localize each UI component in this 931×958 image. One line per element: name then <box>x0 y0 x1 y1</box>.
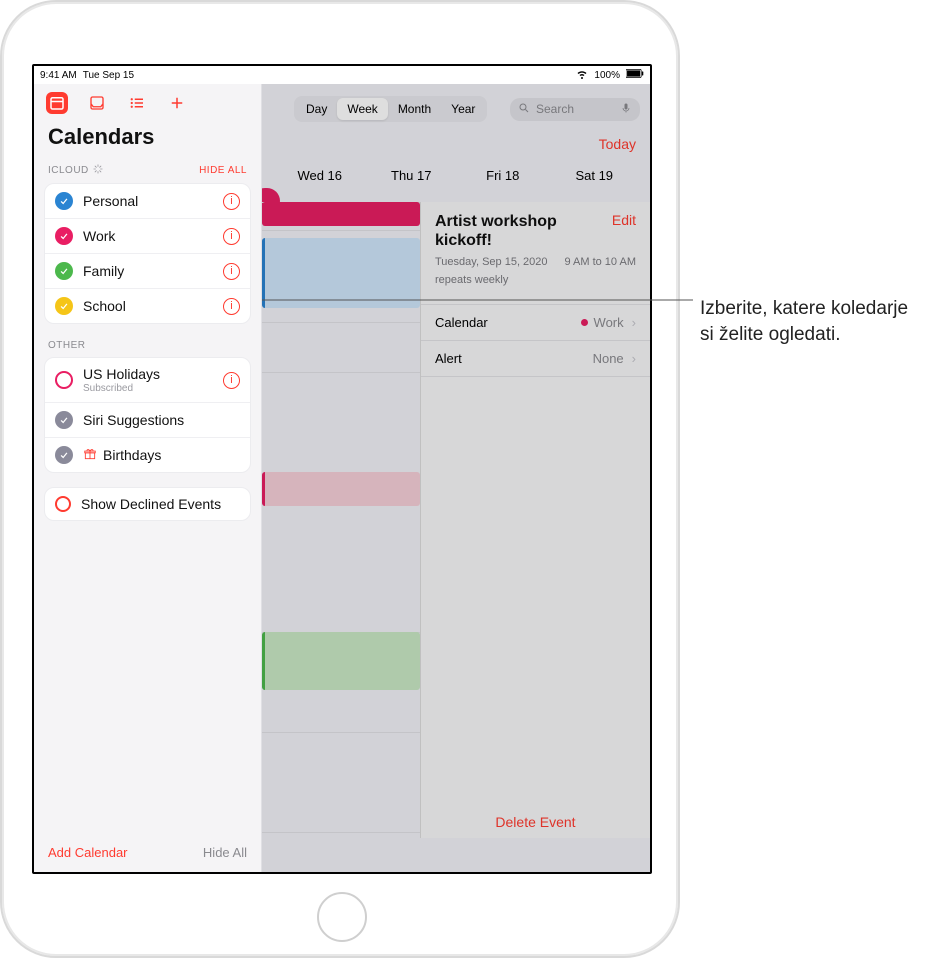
calendar-label: US Holidays Subscribed <box>83 366 213 394</box>
calendar-view-icon[interactable] <box>46 92 68 114</box>
other-label: OTHER <box>48 340 86 351</box>
event-title: Artist workshop kickoff! <box>435 212 636 250</box>
status-bar: 9:41 AM Tue Sep 15 100% <box>34 66 650 84</box>
calendar-row-work[interactable]: Work i <box>45 219 250 254</box>
calendar-row-personal[interactable]: Personal i <box>45 184 250 219</box>
calendar-label: Personal <box>83 193 213 209</box>
calendar-label: Calendar <box>435 315 488 330</box>
calendar-row-us-holidays[interactable]: US Holidays Subscribed i <box>45 358 250 403</box>
wifi-icon <box>576 68 588 83</box>
calendar-label: Siri Suggestions <box>83 412 240 428</box>
battery-text: 100% <box>594 70 620 81</box>
screen: 9:41 AM Tue Sep 15 100% Day Week Month <box>32 64 652 874</box>
status-date: Tue Sep 15 <box>83 70 134 81</box>
declined-label: Show Declined Events <box>81 496 240 512</box>
checkbox-unchecked-icon[interactable] <box>55 371 73 389</box>
add-calendar-button[interactable]: Add Calendar <box>48 845 128 860</box>
chevron-right-icon: › <box>632 315 636 330</box>
event-time: 9 AM to 10 AM <box>564 256 636 268</box>
day-header-sat[interactable]: Sat 19 <box>549 168 641 183</box>
event-block-pink[interactable] <box>262 202 420 226</box>
search-field[interactable]: Search <box>510 98 640 121</box>
calendar-value: Work <box>594 315 624 330</box>
event-block-blue[interactable] <box>262 238 420 308</box>
info-icon[interactable]: i <box>223 372 240 389</box>
checkbox-checked-icon[interactable] <box>55 192 73 210</box>
checkbox-checked-icon[interactable] <box>55 446 73 464</box>
event-block-green[interactable] <box>262 632 420 690</box>
day-header-fri[interactable]: Fri 18 <box>457 168 549 183</box>
event-detail-panel: Edit Artist workshop kickoff! Tuesday, S… <box>420 202 650 838</box>
declined-events-list: Show Declined Events <box>44 487 251 521</box>
inbox-icon[interactable] <box>86 92 108 114</box>
gift-icon <box>83 447 97 464</box>
calendar-row-birthdays[interactable]: Birthdays <box>45 438 250 472</box>
calendars-sidebar: Calendars ICLOUD HIDE ALL Personal i W <box>34 84 262 872</box>
info-icon[interactable]: i <box>223 193 240 210</box>
sidebar-toolbar <box>34 84 261 118</box>
calendar-label: School <box>83 298 213 314</box>
search-placeholder: Search <box>536 102 574 116</box>
calendar-row-siri[interactable]: Siri Suggestions <box>45 403 250 438</box>
calendar-label: Birthdays <box>103 447 240 463</box>
hide-all-button[interactable]: Hide All <box>203 845 247 860</box>
ipad-frame: 9:41 AM Tue Sep 15 100% Day Week Month <box>0 0 680 958</box>
info-icon[interactable]: i <box>223 298 240 315</box>
day-header-wed[interactable]: Wed 16 <box>274 168 366 183</box>
event-alert-row[interactable]: Alert None › <box>421 341 650 377</box>
day-timeline[interactable] <box>262 202 420 838</box>
sidebar-title: Calendars <box>34 118 261 162</box>
day-header-thu[interactable]: Thu 17 <box>366 168 458 183</box>
calendar-label: Family <box>83 263 213 279</box>
checkbox-checked-icon[interactable] <box>55 297 73 315</box>
calendar-row-family[interactable]: Family i <box>45 254 250 289</box>
alert-value: None <box>593 351 624 366</box>
other-section-header: OTHER <box>34 338 261 357</box>
sidebar-footer: Add Calendar Hide All <box>34 835 261 872</box>
event-block-pink-light[interactable] <box>262 472 420 506</box>
checkbox-checked-icon[interactable] <box>55 227 73 245</box>
delete-event-button[interactable]: Delete Event <box>421 814 650 830</box>
work-color-dot <box>581 319 588 326</box>
list-icon[interactable] <box>126 92 148 114</box>
day-headers: Wed 16 Thu 17 Fri 18 Sat 19 <box>274 168 640 183</box>
status-time: 9:41 AM <box>40 70 77 81</box>
sync-spinner-icon <box>93 164 103 177</box>
segment-year[interactable]: Year <box>441 98 485 120</box>
icloud-section-header: ICLOUD HIDE ALL <box>34 162 261 183</box>
info-icon[interactable]: i <box>223 263 240 280</box>
info-icon[interactable]: i <box>223 228 240 245</box>
icloud-calendar-list: Personal i Work i Family i School i <box>44 183 251 324</box>
mic-icon[interactable] <box>620 102 632 117</box>
search-icon <box>518 102 530 117</box>
battery-icon <box>626 69 644 81</box>
event-date: Tuesday, Sep 15, 2020 <box>435 256 548 268</box>
segment-day[interactable]: Day <box>296 98 337 120</box>
subscribed-label: Subscribed <box>83 383 213 394</box>
other-calendar-list: US Holidays Subscribed i Siri Suggestion… <box>44 357 251 473</box>
calendar-label: Work <box>83 228 213 244</box>
hide-all-icloud-button[interactable]: HIDE ALL <box>199 165 247 176</box>
show-declined-events-row[interactable]: Show Declined Events <box>45 488 250 520</box>
chevron-right-icon: › <box>632 351 636 366</box>
edit-event-button[interactable]: Edit <box>612 212 636 228</box>
checkbox-checked-icon[interactable] <box>55 411 73 429</box>
event-calendar-row[interactable]: Calendar Work › <box>421 305 650 341</box>
callout-text: Izberite, katere koledarje si želite ogl… <box>700 296 910 347</box>
checkbox-checked-icon[interactable] <box>55 262 73 280</box>
event-repeat: repeats weekly <box>435 274 508 286</box>
home-button[interactable] <box>317 892 367 942</box>
segment-week[interactable]: Week <box>337 98 387 120</box>
add-icon[interactable] <box>166 92 188 114</box>
today-button[interactable]: Today <box>599 136 636 152</box>
alert-label: Alert <box>435 351 462 366</box>
segment-month[interactable]: Month <box>388 98 441 120</box>
view-segmented-control[interactable]: Day Week Month Year <box>294 96 487 122</box>
checkbox-unchecked-icon[interactable] <box>55 496 71 512</box>
icloud-label: ICLOUD <box>48 165 89 176</box>
calendar-row-school[interactable]: School i <box>45 289 250 323</box>
